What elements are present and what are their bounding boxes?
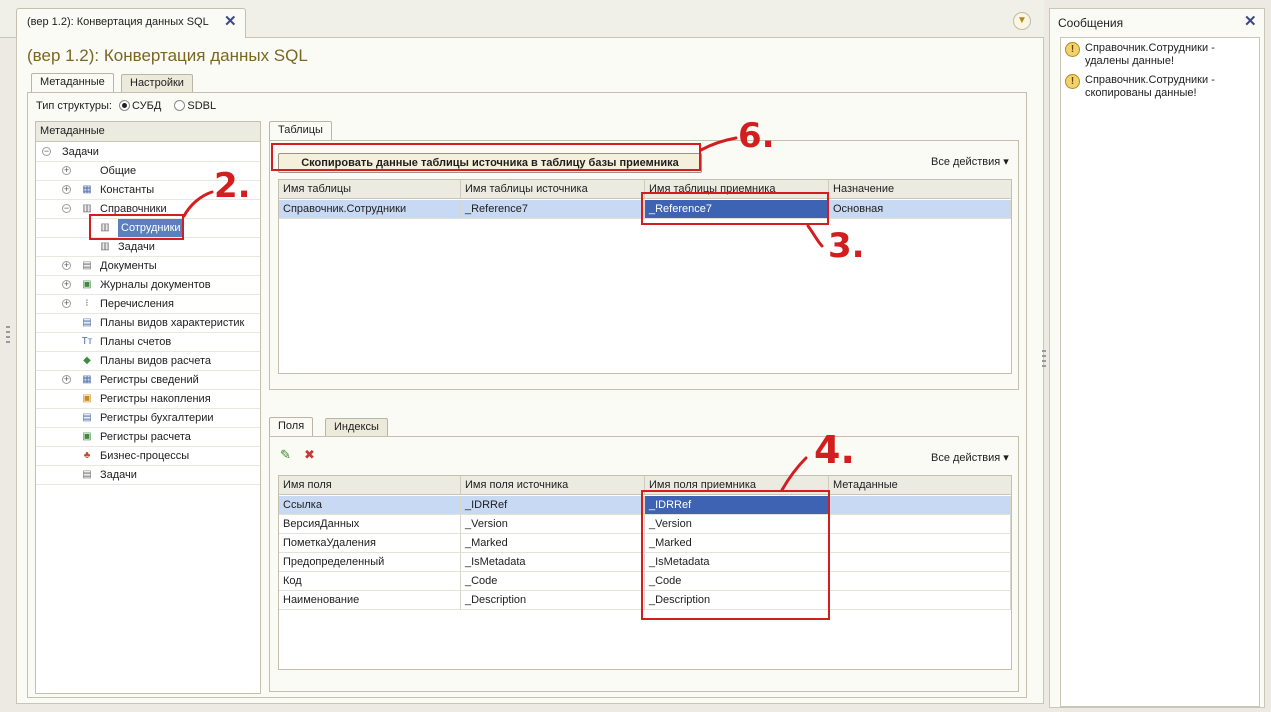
- warning-icon: !: [1065, 74, 1080, 89]
- annotation-6-leader: [699, 136, 738, 152]
- annotation-4: 4.: [814, 428, 855, 472]
- message-item[interactable]: ! Справочник.Сотрудники - удалены данные…: [1065, 42, 1255, 68]
- left-splitter[interactable]: [6, 326, 10, 346]
- right-splitter[interactable]: [1042, 350, 1046, 370]
- warning-icon: !: [1065, 42, 1080, 57]
- annotation-4-leader: [780, 456, 808, 492]
- messages-list: ! Справочник.Сотрудники - удалены данные…: [1060, 37, 1260, 707]
- messages-title: Сообщения: [1058, 16, 1124, 30]
- annotation-2-leader: [182, 190, 214, 218]
- message-item[interactable]: ! Справочник.Сотрудники - скопированы да…: [1065, 74, 1255, 100]
- message-text: Справочник.Сотрудники - скопированы данн…: [1085, 74, 1215, 99]
- message-text: Справочник.Сотрудники - удалены данные!: [1085, 42, 1215, 67]
- annotation-2: 2.: [214, 166, 251, 206]
- annotation-6: 6.: [738, 116, 775, 156]
- annotation-3-leader: [806, 224, 824, 248]
- messages-panel: Сообщения ✕ ! Справочник.Сотрудники - уд…: [1049, 8, 1265, 708]
- annotation-3: 3.: [828, 226, 865, 266]
- close-icon[interactable]: ✕: [1244, 12, 1257, 30]
